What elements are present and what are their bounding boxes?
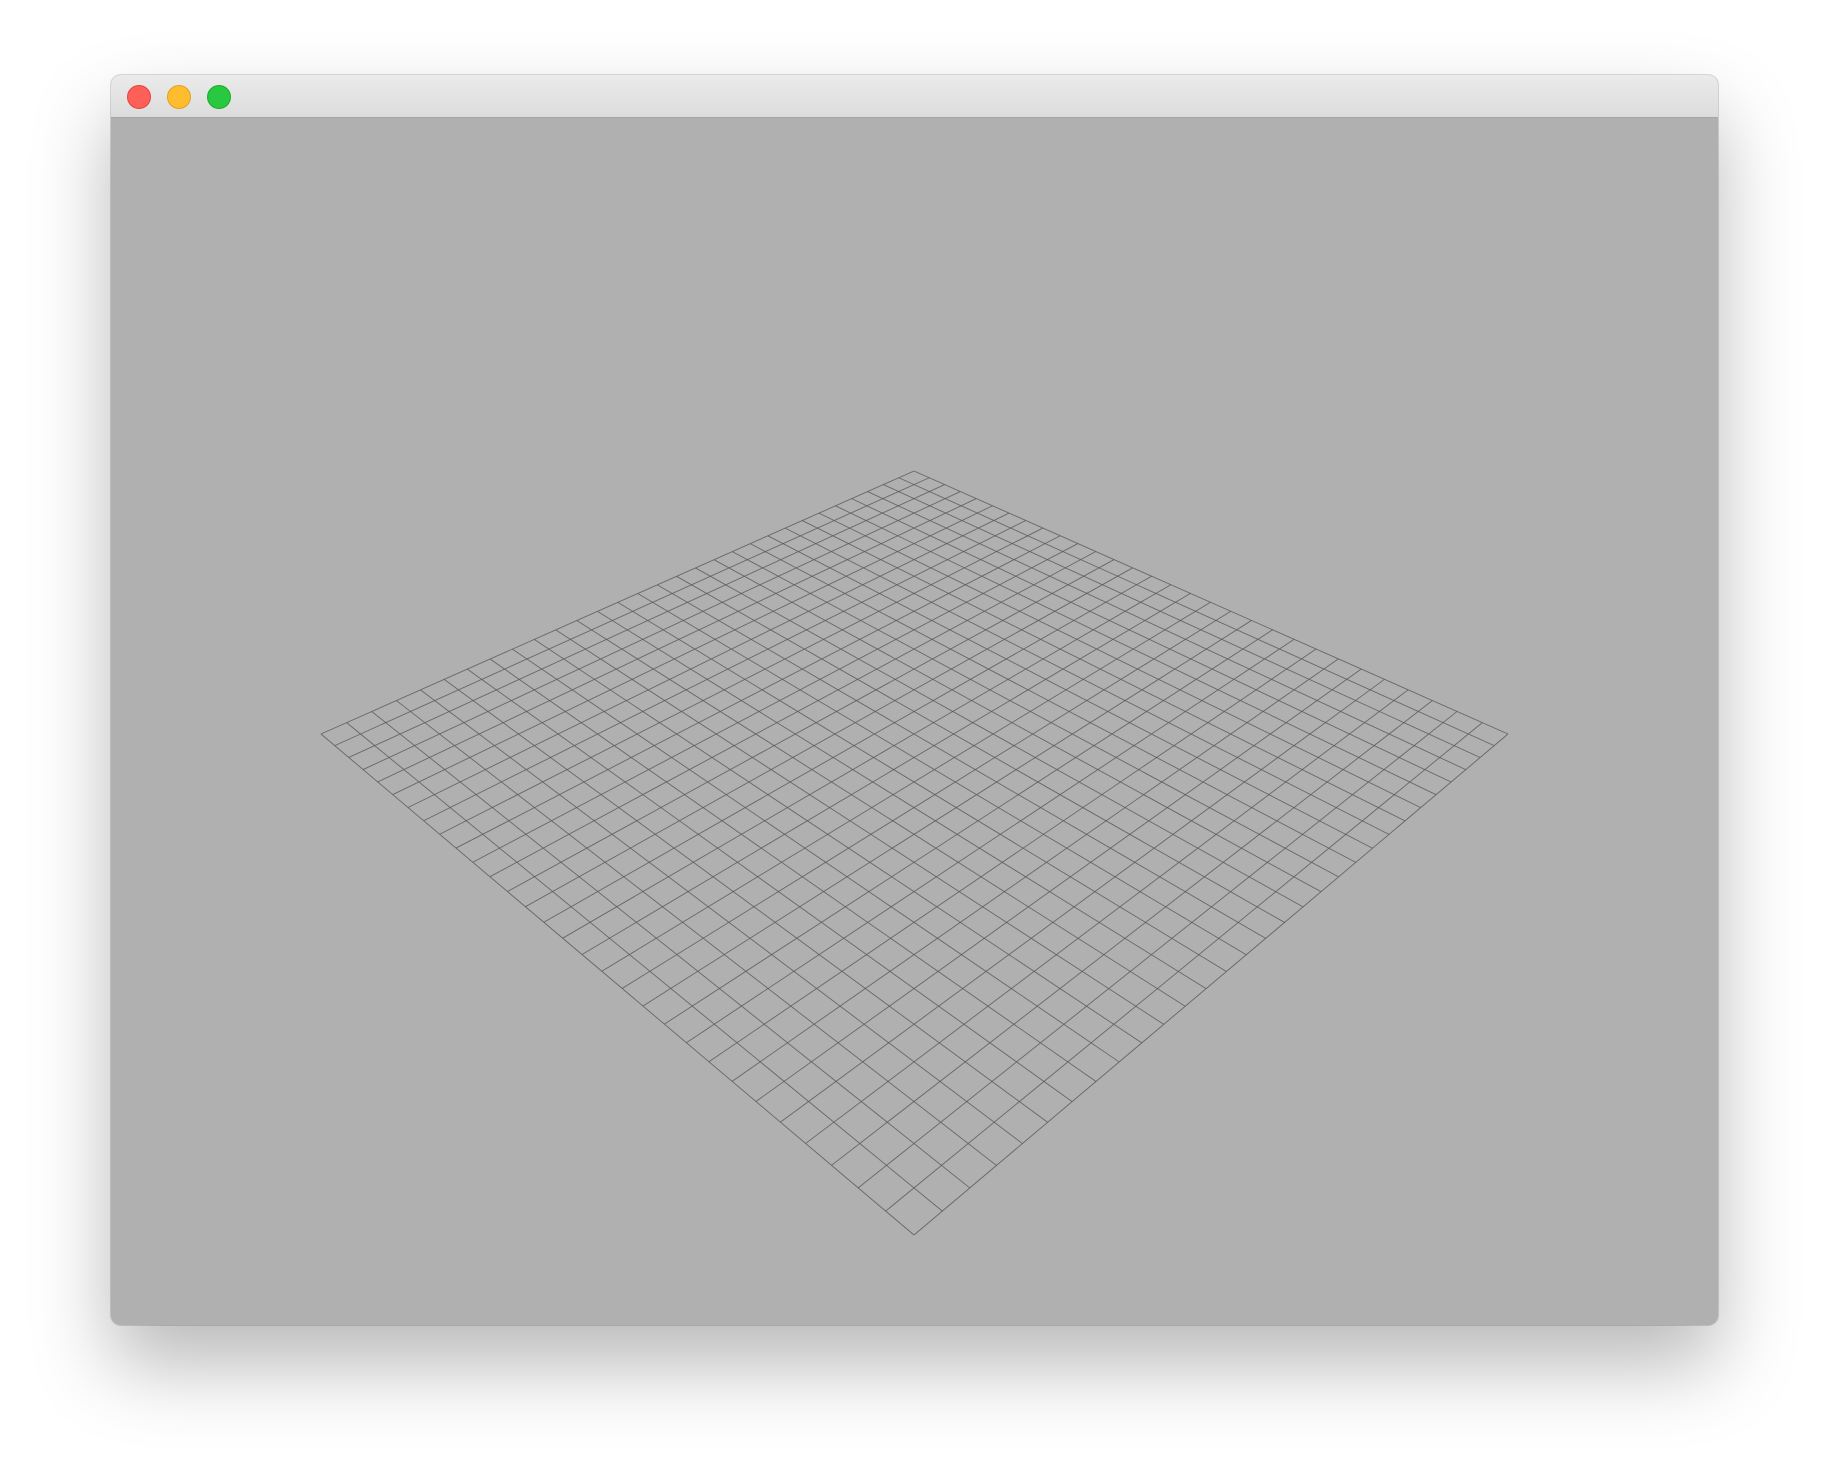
grid-line-v-6 — [818, 512, 1421, 809]
grid-line-v-18 — [597, 610, 1207, 990]
title-bar[interactable] — [111, 75, 1718, 118]
grid-line-u-8 — [439, 527, 1044, 835]
grid-line-u-30 — [913, 733, 1509, 1236]
grid-line-u-25 — [780, 678, 1385, 1123]
close-button[interactable] — [127, 85, 151, 109]
grid-line-u-1 — [334, 477, 930, 747]
grid-line-v-3 — [867, 491, 1466, 771]
grid-line-u-22 — [708, 648, 1317, 1063]
grid-line-u-2 — [348, 484, 945, 758]
grid-line-u-5 — [392, 505, 993, 795]
grid-line-u-6 — [407, 512, 1010, 808]
grid-line-u-12 — [507, 559, 1115, 892]
grid-line-u-15 — [562, 584, 1172, 939]
grid-line-v-25 — [443, 679, 1048, 1123]
grid-line-v-16 — [637, 593, 1247, 956]
grid-line-v-24 — [467, 668, 1073, 1102]
grid-line-v-20 — [555, 629, 1165, 1025]
grid-line-u-23 — [731, 658, 1339, 1082]
grid-line-u-18 — [621, 610, 1232, 989]
grid-line-u-21 — [686, 638, 1295, 1044]
app-window — [111, 75, 1718, 1325]
grid-line-v-26 — [420, 689, 1023, 1144]
grid-line-v-12 — [713, 559, 1322, 893]
grid-line-v-9 — [767, 535, 1373, 849]
grid-line-u-4 — [377, 498, 977, 783]
grid-line-u-27 — [831, 700, 1433, 1166]
grid-line-v-4 — [851, 498, 1452, 783]
zoom-button[interactable] — [207, 85, 231, 109]
grid-line-u-11 — [489, 551, 1097, 878]
grid-line-u-19 — [642, 620, 1252, 1007]
minimize-button[interactable] — [167, 85, 191, 109]
grid-line-v-27 — [396, 700, 997, 1166]
grid-line-v-2 — [883, 484, 1481, 758]
grid-line-v-22 — [512, 648, 1120, 1063]
grid-line-v-5 — [835, 505, 1437, 796]
grid-line-v-19 — [576, 620, 1186, 1007]
grid-line-u-17 — [601, 601, 1211, 972]
grid-line-v-17 — [617, 601, 1227, 972]
grid-line-v-11 — [732, 551, 1339, 878]
grid-line-v-30 — [320, 733, 915, 1236]
grid-line-v-23 — [489, 658, 1097, 1082]
grid-line-u-16 — [581, 593, 1191, 955]
wireframe-grid-canvas[interactable] — [111, 118, 1718, 1325]
grid-line-v-1 — [898, 477, 1495, 747]
3d-viewport[interactable] — [111, 118, 1718, 1325]
grid-line-u-20 — [664, 629, 1273, 1025]
grid-line-v-15 — [657, 584, 1266, 939]
grid-line-u-26 — [805, 689, 1409, 1144]
grid-line-v-28 — [371, 711, 971, 1189]
grid-line-u-28 — [857, 711, 1458, 1189]
grid-line-u-24 — [755, 668, 1362, 1102]
grid-line-v-21 — [534, 639, 1143, 1044]
grid-line-u-9 — [455, 535, 1061, 849]
grid-line-u-3 — [362, 491, 961, 770]
